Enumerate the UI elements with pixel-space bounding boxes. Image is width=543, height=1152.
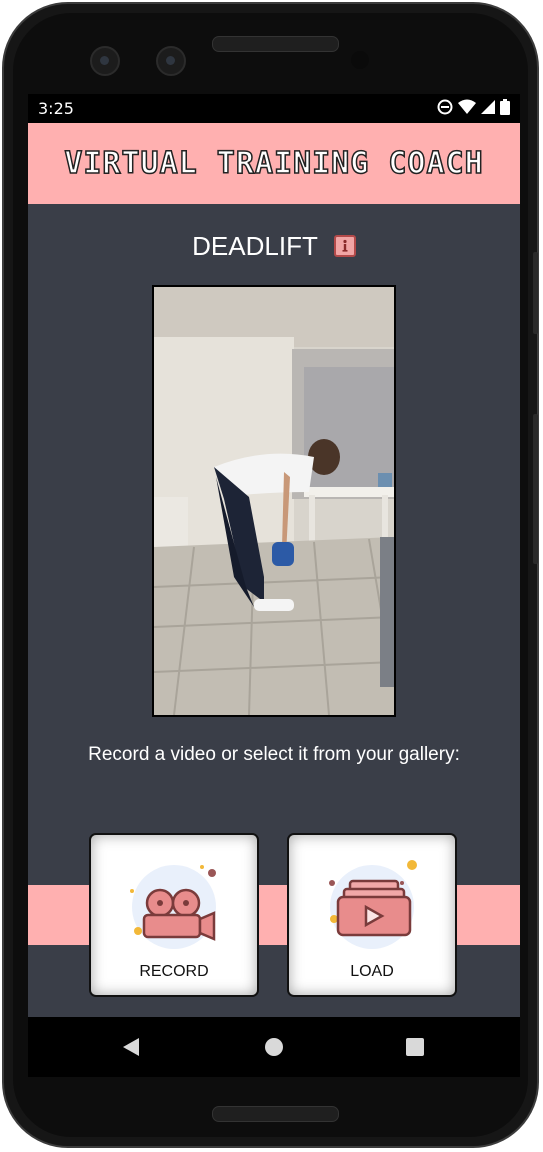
phone-frame: 3:25 VIRTUAL TRAINING COACH DEADLIFT Rec…: [2, 2, 539, 1148]
load-button-label: LOAD: [350, 963, 394, 980]
status-bar: 3:25: [28, 94, 520, 123]
system-nav-bar: [28, 1017, 520, 1077]
wifi-icon: [458, 99, 476, 114]
bottom-speaker: [212, 1106, 339, 1122]
power-button: [533, 252, 538, 334]
back-icon[interactable]: [121, 1037, 141, 1057]
status-icons: [437, 99, 510, 115]
app-bar: VIRTUAL TRAINING COACH: [28, 123, 520, 204]
sensor-icon: [351, 51, 369, 69]
top-speaker: [212, 36, 339, 52]
record-button[interactable]: RECORD: [89, 833, 259, 997]
signal-icon: [481, 100, 495, 114]
home-icon[interactable]: [264, 1037, 284, 1057]
volume-button: [533, 414, 538, 564]
app-title: VIRTUAL TRAINING COACH: [64, 145, 484, 182]
load-button[interactable]: LOAD: [287, 833, 457, 997]
exercise-header: DEADLIFT: [28, 226, 520, 266]
recents-icon[interactable]: [405, 1037, 425, 1057]
instructions-text: Record a video or select it from your ga…: [88, 744, 460, 765]
status-time: 3:25: [38, 99, 74, 118]
record-button-label: RECORD: [139, 963, 209, 980]
front-camera-icon: [156, 46, 186, 76]
do-not-disturb-icon: [437, 99, 453, 115]
video-frame-image: [154, 287, 394, 715]
exercise-title: DEADLIFT: [192, 230, 318, 261]
info-icon: [342, 239, 348, 252]
screen: 3:25 VIRTUAL TRAINING COACH DEADLIFT Rec…: [28, 94, 520, 1077]
video-camera-icon: [130, 865, 216, 949]
info-button[interactable]: [333, 235, 356, 257]
exercise-video-preview[interactable]: [152, 285, 396, 717]
video-gallery-icon: [329, 860, 417, 949]
front-camera-icon: [90, 46, 120, 76]
battery-icon: [500, 99, 510, 115]
